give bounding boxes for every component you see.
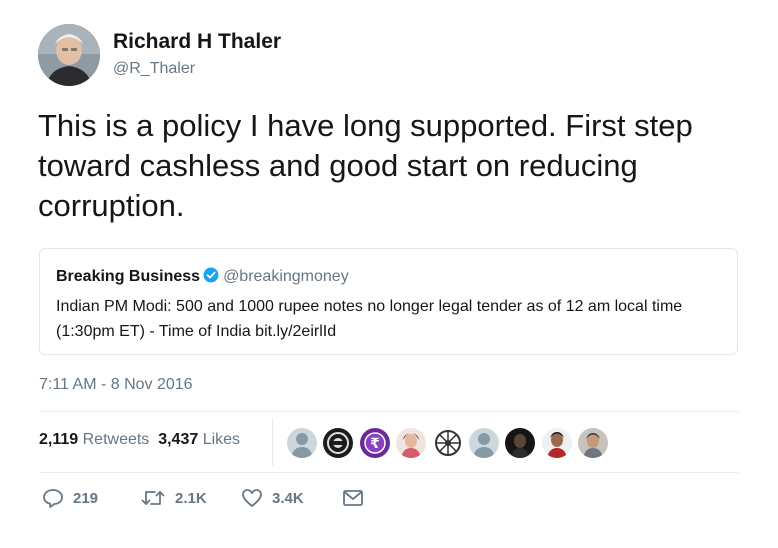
liker-avatar[interactable] [541, 427, 573, 459]
quoted-tweet[interactable]: Breaking Business @breakingmoney Indian P… [39, 248, 738, 355]
photo-avatar-icon [542, 428, 572, 458]
retweets-count: 2,119 [39, 431, 79, 448]
direct-message-button[interactable] [342, 487, 364, 509]
liker-avatar[interactable] [286, 427, 318, 459]
heart-icon [242, 489, 262, 507]
retweets-stat[interactable]: 2,119 Retweets [39, 431, 149, 448]
quoted-author-name[interactable]: Breaking Business [56, 268, 200, 285]
default-avatar-icon [469, 428, 499, 458]
author-avatar[interactable] [38, 24, 100, 86]
retweet-icon [141, 491, 165, 505]
retweet-button[interactable]: 2.1K [140, 487, 207, 509]
quoted-tweet-text: Indian PM Modi: 500 and 1000 rupee notes… [56, 298, 683, 340]
tweet-text: This is a policy I have long supported. … [38, 108, 693, 223]
retweet-count: 2.1K [175, 489, 207, 507]
author-handle[interactable]: @R_Thaler [113, 60, 195, 78]
liker-avatar[interactable] [468, 427, 500, 459]
liker-avatar[interactable] [395, 427, 427, 459]
liker-avatar[interactable]: ₹ [359, 427, 391, 459]
black-logo-avatar-icon [323, 428, 353, 458]
photo-avatar-icon [396, 428, 426, 458]
likes-stat[interactable]: 3,437 Likes [158, 431, 240, 448]
liker-avatar[interactable] [432, 427, 464, 459]
divider-top [39, 411, 738, 412]
like-count: 3.4K [272, 489, 304, 507]
rupee-avatar-icon: ₹ [360, 428, 390, 458]
reply-count: 219 [73, 489, 99, 507]
stats-separator [272, 418, 273, 466]
profile-photo-icon [38, 24, 100, 86]
photo-avatar-icon [578, 428, 608, 458]
liker-avatar[interactable] [322, 427, 354, 459]
likes-label: Likes [202, 431, 241, 448]
reply-icon [43, 489, 63, 508]
author-name[interactable]: Richard H Thaler [113, 30, 281, 54]
quoted-author-handle[interactable]: @breakingmoney [223, 268, 349, 285]
verified-badge-icon [203, 267, 219, 288]
tweet-timestamp[interactable]: 7:11 AM - 8 Nov 2016 [39, 376, 193, 394]
default-avatar-icon [287, 428, 317, 458]
divider-bottom [39, 472, 738, 473]
like-button[interactable]: 3.4K [241, 487, 304, 509]
liker-avatar[interactable] [504, 427, 536, 459]
liker-avatar[interactable] [577, 427, 609, 459]
quoted-tweet-header: Breaking Business @breakingmoney [56, 267, 349, 288]
engagement-stats: 2,119 Retweets 3,437 Likes [39, 431, 240, 449]
svg-text:₹: ₹ [370, 436, 380, 452]
dark-photo-avatar-icon [505, 428, 535, 458]
envelope-icon [343, 490, 363, 506]
wheel-avatar-icon [433, 428, 463, 458]
retweets-label: Retweets [82, 431, 150, 448]
likes-count: 3,437 [158, 431, 199, 448]
reply-button[interactable]: 219 [42, 487, 98, 509]
